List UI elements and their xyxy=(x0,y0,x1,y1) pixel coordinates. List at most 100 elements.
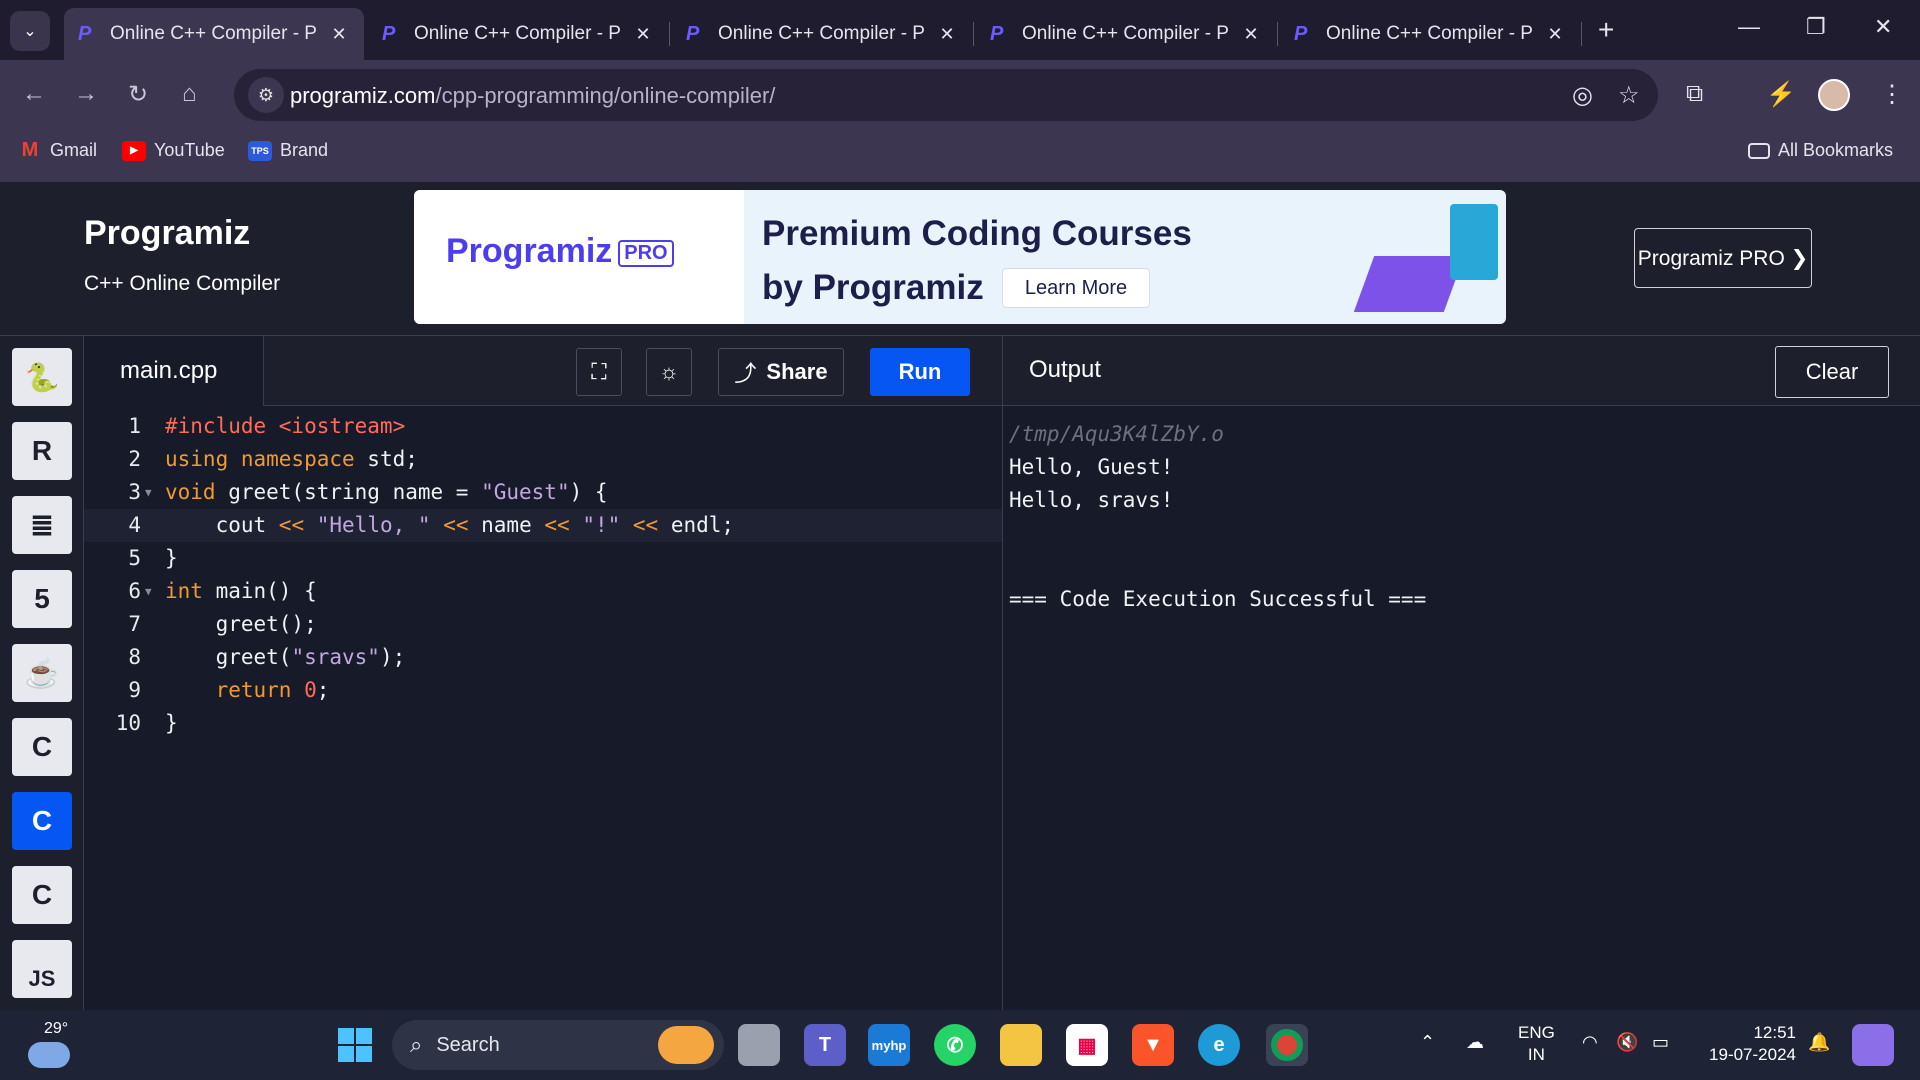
code-line[interactable]: 10} xyxy=(84,707,1002,740)
brave-icon[interactable]: ▼ xyxy=(1132,1024,1174,1066)
promo-banner[interactable]: Programiz PRO Premium Coding Courses by P… xyxy=(414,190,1506,324)
theme-toggle-button[interactable]: ☼ xyxy=(646,348,692,396)
close-tab-icon[interactable]: ✕ xyxy=(326,24,352,45)
books-icon xyxy=(1450,204,1498,280)
fold-arrow-icon[interactable]: ▼ xyxy=(145,476,152,509)
close-tab-icon[interactable]: ✕ xyxy=(934,24,960,45)
task-view-icon[interactable] xyxy=(738,1024,780,1066)
windows-start-icon[interactable] xyxy=(334,1024,376,1066)
programiz-favicon: P xyxy=(1294,22,1308,45)
csharp-icon[interactable]: C xyxy=(12,866,72,924)
sql-icon[interactable]: ≣ xyxy=(12,496,72,554)
r-icon[interactable]: R xyxy=(12,422,72,480)
banner-headline: Premium Coding Courses xyxy=(762,214,1192,253)
code-line[interactable]: 1 #include <iostream> xyxy=(84,410,1002,443)
search-icon: ⌕ xyxy=(410,1032,423,1057)
js-icon[interactable]: JS xyxy=(12,940,72,998)
code-text: } xyxy=(165,546,178,570)
programiz-pro-button[interactable]: Programiz PRO ❯ xyxy=(1634,228,1812,288)
python-icon[interactable]: 🐍 xyxy=(12,348,72,406)
microsoft-store-icon[interactable]: ▦ xyxy=(1066,1024,1108,1066)
close-tab-icon[interactable]: ✕ xyxy=(1542,24,1568,45)
share-button[interactable]: ⤴ Share xyxy=(718,348,844,396)
line-number: 7 xyxy=(128,612,141,636)
home-icon[interactable]: ⌂ xyxy=(182,80,197,108)
code-line[interactable]: 2 using namespace std; xyxy=(84,443,1002,476)
chrome-icon[interactable] xyxy=(1266,1024,1308,1066)
close-window-icon[interactable]: ✕ xyxy=(1874,14,1892,40)
code-line[interactable]: 5} xyxy=(84,542,1002,575)
code-area[interactable]: 1 #include <iostream> 2 using namespace std… xyxy=(84,410,1002,740)
bookmark-gmail[interactable]: M Gmail xyxy=(18,139,97,161)
code-text: greet(); xyxy=(165,612,317,636)
bookmark-brand[interactable]: TPS Brand xyxy=(248,140,328,161)
editor-toolbar: main.cpp ⛶ ☼ ⤴ Share Run xyxy=(84,336,1002,406)
file-tab[interactable]: main.cpp xyxy=(84,336,264,406)
code-line[interactable]: 7 greet(); xyxy=(84,608,1002,641)
input-language[interactable]: ENG IN xyxy=(1518,1022,1555,1066)
bookmark-youtube[interactable]: ▶ YouTube xyxy=(122,140,225,161)
taskbar-search[interactable]: ⌕ Search xyxy=(392,1020,724,1070)
c-icon[interactable]: C xyxy=(12,718,72,776)
browser-toolbar: ← → ↻ ⌂ ⚙ programiz.com/cpp-programming/… xyxy=(0,60,1920,182)
code-line[interactable]: 6 ▼ int main() { xyxy=(84,575,1002,608)
onedrive-icon[interactable]: ☁ xyxy=(1466,1032,1484,1053)
browser-tab-bar: ⌄ P Online C++ Compiler - P ✕ P Online C++ C… xyxy=(0,0,1920,60)
run-button[interactable]: Run xyxy=(870,348,970,396)
code-editor[interactable]: main.cpp ⛶ ☼ ⤴ Share Run 1 #include <iostr… xyxy=(84,336,1002,1010)
code-line[interactable]: 4 cout << "Hello, " << name << "!" << en… xyxy=(84,509,1002,542)
close-tab-icon[interactable]: ✕ xyxy=(1238,24,1264,45)
avatar[interactable] xyxy=(1818,79,1850,111)
address-bar[interactable]: ⚙ programiz.com/cpp-programming/online-c… xyxy=(234,69,1658,121)
chevron-up-icon[interactable]: ⌃ xyxy=(1420,1032,1435,1053)
menu-icon[interactable]: ⋮ xyxy=(1880,80,1904,109)
new-tab-icon[interactable]: + xyxy=(1598,14,1614,46)
extensions-icon[interactable]: ⧉ xyxy=(1686,80,1703,108)
code-text: greet("sravs"); xyxy=(165,645,406,669)
browser-tab[interactable]: P Online C++ Compiler - P ✕ xyxy=(368,8,670,60)
copilot-icon[interactable] xyxy=(1852,1024,1894,1066)
line-number: 9 xyxy=(128,678,141,702)
star-icon[interactable]: ☆ xyxy=(1618,81,1640,110)
close-tab-icon[interactable]: ✕ xyxy=(630,24,656,45)
site-info-icon[interactable]: ⚙ xyxy=(248,77,284,113)
notification-bell-icon[interactable]: 🔔 xyxy=(1808,1032,1830,1053)
edge-icon[interactable]: e xyxy=(1198,1024,1240,1066)
eye-off-icon[interactable]: ◎ xyxy=(1572,81,1593,110)
file-explorer-icon[interactable] xyxy=(1000,1024,1042,1066)
teams-icon[interactable]: T xyxy=(804,1024,846,1066)
cpp-icon[interactable]: C xyxy=(12,792,72,850)
learn-more-button[interactable]: Learn More xyxy=(1002,268,1150,308)
forward-icon[interactable]: → xyxy=(74,80,98,108)
whatsapp-icon[interactable]: ✆ xyxy=(934,1024,976,1066)
programiz-logo[interactable]: Programiz xyxy=(84,214,250,253)
fullscreen-button[interactable]: ⛶ xyxy=(576,348,622,396)
wifi-icon[interactable]: ◠ xyxy=(1582,1032,1598,1053)
reload-icon[interactable]: ↻ xyxy=(128,80,148,109)
browser-tab[interactable]: P Online C++ Compiler - P ✕ xyxy=(64,8,364,60)
youtube-icon: ▶ xyxy=(122,140,146,161)
fold-arrow-icon[interactable]: ▼ xyxy=(145,575,152,608)
programiz-favicon: P xyxy=(78,22,92,45)
restore-icon[interactable]: ❐ xyxy=(1806,14,1826,40)
battery-icon[interactable]: ▭ xyxy=(1652,1032,1669,1053)
clock[interactable]: 12:51 19-07-2024 xyxy=(1700,1022,1796,1066)
minimize-icon[interactable]: — xyxy=(1738,14,1760,40)
back-icon[interactable]: ← xyxy=(22,80,46,108)
myhp-icon[interactable]: myhp xyxy=(868,1024,910,1066)
performance-icon[interactable]: ⚡ xyxy=(1766,80,1796,109)
volume-muted-icon[interactable]: 🔇 xyxy=(1616,1032,1638,1053)
browser-tab[interactable]: P Online C++ Compiler - P ✕ xyxy=(976,8,1278,60)
browser-tab[interactable]: P Online C++ Compiler - P ✕ xyxy=(672,8,974,60)
weather-icon[interactable] xyxy=(28,1042,70,1068)
clear-button[interactable]: Clear xyxy=(1775,346,1889,398)
java-icon[interactable]: ☕ xyxy=(12,644,72,702)
browser-tab[interactable]: P Online C++ Compiler - P ✕ xyxy=(1280,8,1582,60)
html-icon[interactable]: 5 xyxy=(12,570,72,628)
banner-subheadline: by Programiz xyxy=(762,268,984,307)
tab-search-button[interactable]: ⌄ xyxy=(10,11,50,51)
code-line[interactable]: 3 ▼ void greet(string name = "Guest") { xyxy=(84,476,1002,509)
all-bookmarks[interactable]: All Bookmarks xyxy=(1748,140,1893,161)
code-line[interactable]: 9 return 0; xyxy=(84,674,1002,707)
code-line[interactable]: 8 greet("sravs"); xyxy=(84,641,1002,674)
